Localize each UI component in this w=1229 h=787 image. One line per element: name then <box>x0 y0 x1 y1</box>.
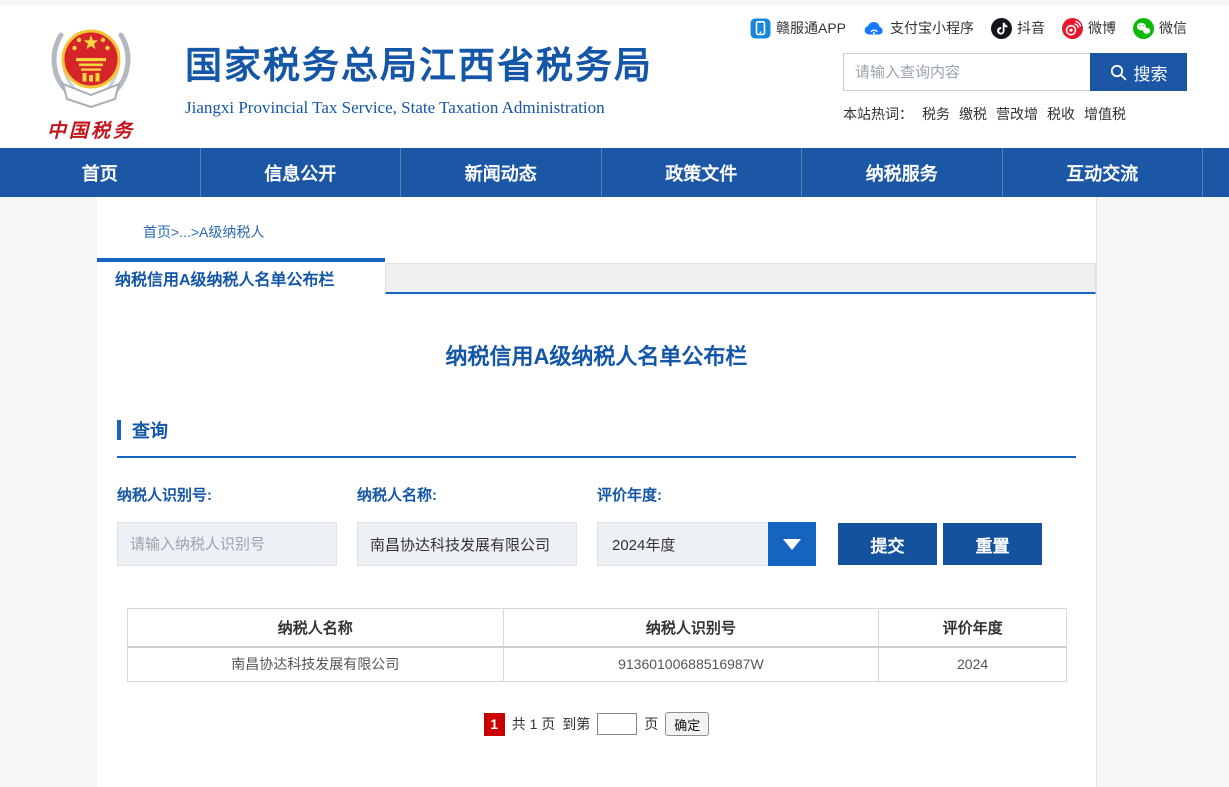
hot-word-link[interactable]: 税收 <box>1047 104 1075 124</box>
social-links-row: 赣服通APP 支付宝小程序 抖音 <box>747 15 1187 41</box>
search-button[interactable]: 搜索 <box>1090 53 1187 91</box>
hot-word-link[interactable]: 增值税 <box>1084 104 1126 124</box>
phone-app-icon <box>750 18 771 39</box>
cell-taxpayer-id: 91360100688516987W <box>503 647 879 682</box>
header-evaluation-year: 评价年度 <box>879 609 1067 647</box>
taxpayer-name-input[interactable] <box>357 522 577 566</box>
hot-word-link[interactable]: 税务 <box>922 104 950 124</box>
taxpayer-name-field-group: 纳税人名称: <box>357 484 577 566</box>
social-label: 微博 <box>1088 18 1116 38</box>
social-label: 支付宝小程序 <box>890 18 974 38</box>
nav-item-news[interactable]: 新闻动态 <box>400 148 601 197</box>
query-section-header: 查询 <box>117 417 1076 458</box>
search-button-label: 搜索 <box>1134 60 1168 85</box>
taxpayer-name-label: 纳税人名称: <box>357 484 577 505</box>
link-wechat[interactable]: 微信 <box>1133 18 1187 39</box>
confirm-goto-button[interactable]: 确定 <box>665 712 709 736</box>
reset-button[interactable]: 重置 <box>943 523 1042 565</box>
main-nav: 首页 信息公开 新闻动态 政策文件 纳税服务 互动交流 <box>0 148 1229 197</box>
breadcrumb-separator: >...> <box>171 224 199 240</box>
breadcrumb-home-link[interactable]: 首页 <box>143 224 171 240</box>
evaluation-year-label: 评价年度: <box>597 484 816 505</box>
alipay-cloud-icon <box>863 18 885 39</box>
tab-bar: 纳税信用A级纳税人名单公布栏 <box>97 258 1096 294</box>
site-title: 国家税务总局江西省税务局 <box>185 35 653 89</box>
taxpayer-id-input[interactable] <box>117 522 337 566</box>
current-page-button[interactable]: 1 <box>484 713 505 736</box>
table-row: 南昌协达科技发展有限公司 91360100688516987W 2024 <box>128 647 1067 682</box>
form-buttons: 提交 重置 <box>838 523 1042 566</box>
logo-caption: 中国税务 <box>33 116 149 143</box>
taxpayer-id-field-group: 纳税人识别号: <box>117 484 337 566</box>
query-form: 纳税人识别号: 纳税人名称: 评价年度: 2024年度 提交 重置 <box>117 484 1076 566</box>
search-icon <box>1110 64 1127 81</box>
query-section-title: 查询 <box>132 417 168 443</box>
table-header-row: 纳税人名称 纳税人识别号 评价年度 <box>128 609 1067 647</box>
hot-words-label: 本站热词： <box>843 104 913 124</box>
tab-bar-filler <box>385 263 1096 294</box>
douyin-icon <box>991 18 1012 39</box>
evaluation-year-selected-value: 2024年度 <box>597 522 768 566</box>
header-taxpayer-id: 纳税人识别号 <box>503 609 879 647</box>
nav-item-home[interactable]: 首页 <box>0 148 200 197</box>
breadcrumb-current[interactable]: A级纳税人 <box>199 224 264 240</box>
nav-overflow-sliver <box>1202 148 1229 197</box>
site-header: 中国税务 国家税务总局江西省税务局 Jiangxi Provincial Tax… <box>0 5 1229 148</box>
total-pages-text: 共 1 页 <box>512 714 556 734</box>
taxpayer-id-label: 纳税人识别号: <box>117 484 337 505</box>
social-label: 抖音 <box>1017 18 1045 38</box>
tab-a-level-taxpayer-list[interactable]: 纳税信用A级纳税人名单公布栏 <box>97 258 385 294</box>
weibo-icon <box>1062 18 1083 39</box>
evaluation-year-select[interactable]: 2024年度 <box>597 522 816 566</box>
results-table: 纳税人名称 纳税人识别号 评价年度 南昌协达科技发展有限公司 913601006… <box>127 608 1067 682</box>
nav-item-policy-documents[interactable]: 政策文件 <box>601 148 802 197</box>
submit-button[interactable]: 提交 <box>838 523 937 565</box>
evaluation-year-field-group: 评价年度: 2024年度 <box>597 484 816 566</box>
select-arrow-box[interactable] <box>768 522 816 566</box>
social-label: 微信 <box>1159 18 1187 38</box>
link-alipay-miniprogram[interactable]: 支付宝小程序 <box>863 18 974 39</box>
site-search: 搜索 <box>843 53 1187 91</box>
hot-words-row: 本站热词： 税务 缴税 营改增 税收 增值税 <box>843 104 1187 124</box>
nav-item-interaction[interactable]: 互动交流 <box>1002 148 1203 197</box>
wechat-icon <box>1133 18 1154 39</box>
cell-evaluation-year: 2024 <box>879 647 1067 682</box>
goto-prefix-text: 到第 <box>562 714 590 734</box>
page-title: 纳税信用A级纳税人名单公布栏 <box>97 339 1096 371</box>
link-ganfutong-app[interactable]: 赣服通APP <box>750 18 846 39</box>
hot-word-link[interactable]: 营改增 <box>996 104 1038 124</box>
goto-page-input[interactable] <box>597 713 637 735</box>
breadcrumb: 首页>...>A级纳税人 <box>97 197 1096 235</box>
header-right-panel: 赣服通APP 支付宝小程序 抖音 <box>747 15 1187 124</box>
header-taxpayer-name: 纳税人名称 <box>128 609 504 647</box>
hot-word-link[interactable]: 缴税 <box>959 104 987 124</box>
social-label: 赣服通APP <box>776 18 846 38</box>
nav-item-tax-services[interactable]: 纳税服务 <box>801 148 1002 197</box>
content-card: 首页>...>A级纳税人 纳税信用A级纳税人名单公布栏 纳税信用A级纳税人名单公… <box>97 197 1097 787</box>
section-accent-bar <box>117 420 121 440</box>
site-subtitle: Jiangxi Provincial Tax Service, State Ta… <box>185 98 653 118</box>
link-douyin[interactable]: 抖音 <box>991 18 1045 39</box>
link-weibo[interactable]: 微博 <box>1062 18 1116 39</box>
site-logo[interactable]: 中国税务 <box>33 21 149 143</box>
main-area: 首页>...>A级纳税人 纳税信用A级纳税人名单公布栏 纳税信用A级纳税人名单公… <box>0 197 1229 787</box>
pagination: 1 共 1 页 到第 页 确定 <box>97 712 1096 736</box>
site-titles: 国家税务总局江西省税务局 Jiangxi Provincial Tax Serv… <box>185 21 653 143</box>
tax-emblem-icon <box>41 21 141 109</box>
goto-suffix-text: 页 <box>644 714 658 734</box>
cell-taxpayer-name: 南昌协达科技发展有限公司 <box>128 647 504 682</box>
search-input[interactable] <box>843 53 1090 91</box>
nav-item-info-disclosure[interactable]: 信息公开 <box>200 148 401 197</box>
chevron-down-icon <box>783 539 801 550</box>
